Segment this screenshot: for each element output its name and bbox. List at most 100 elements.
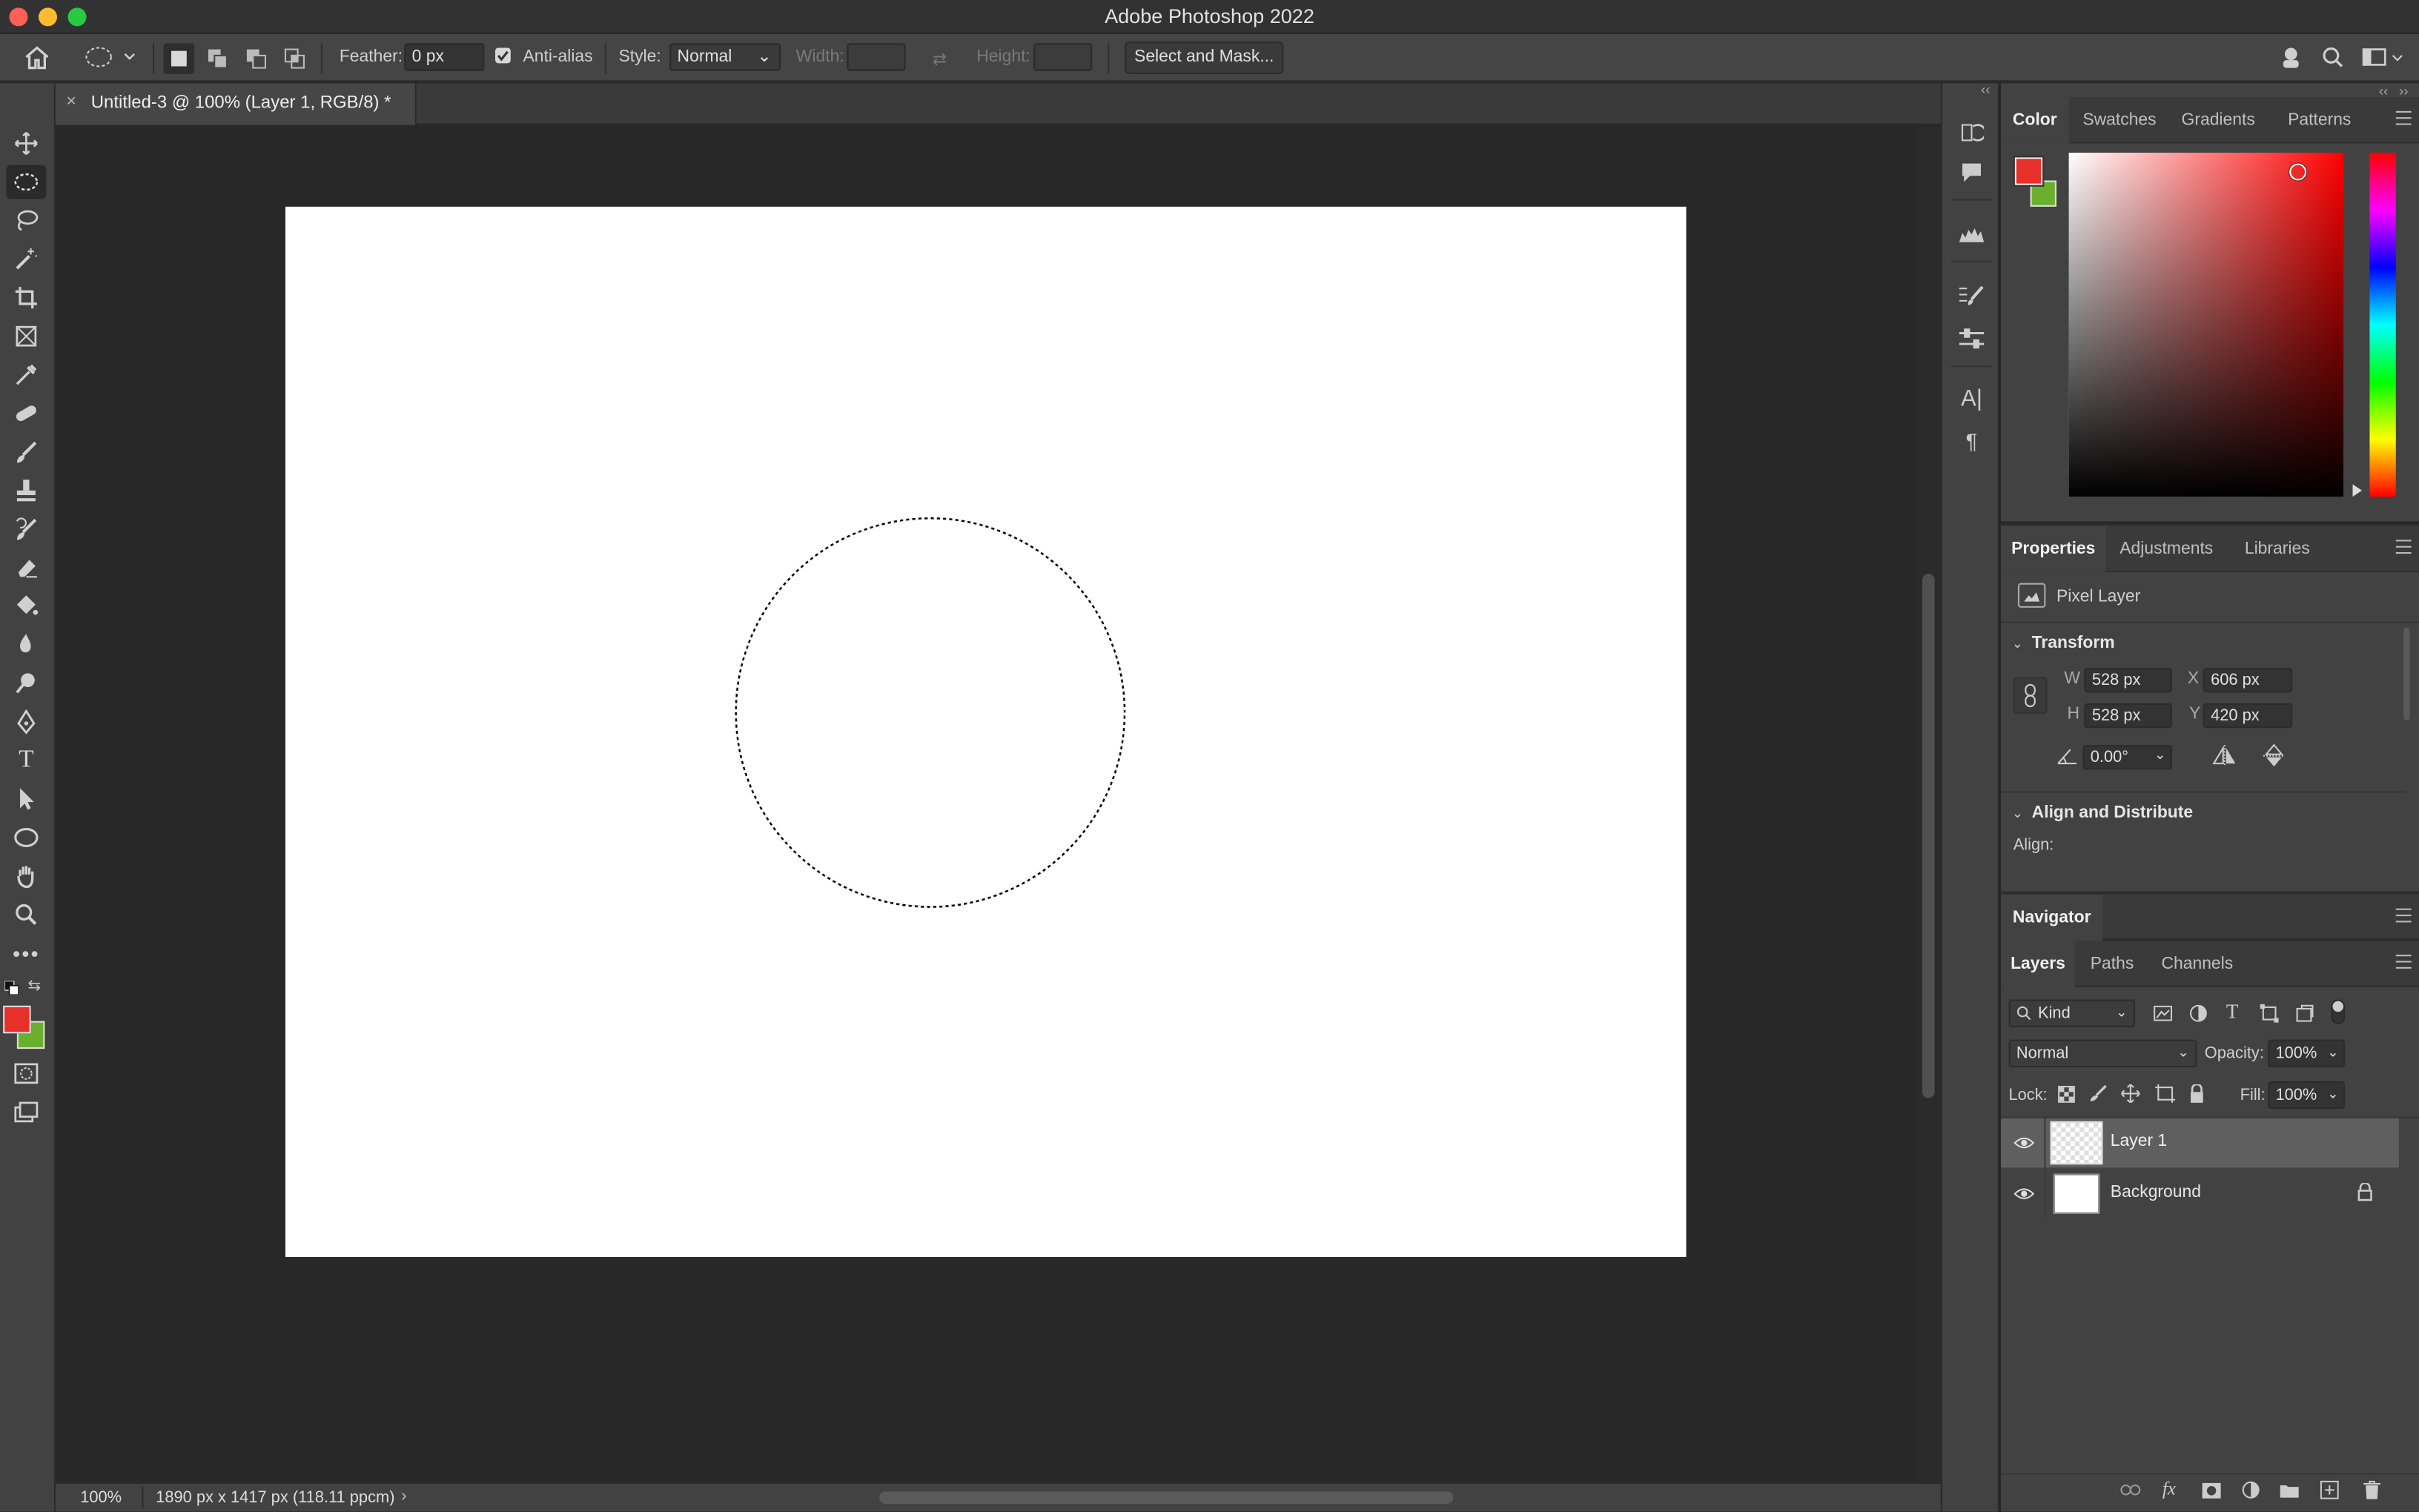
tool-preset-picker[interactable]: [80, 42, 142, 73]
hue-slider-handle[interactable]: [2352, 484, 2363, 497]
dodge-tool-icon[interactable]: [6, 666, 46, 700]
hand-tool-icon[interactable]: [6, 859, 46, 893]
delete-layer-icon[interactable]: [2359, 1479, 2383, 1501]
y-field[interactable]: 420 px: [2203, 703, 2293, 729]
history-brush-tool-icon[interactable]: [6, 512, 46, 546]
add-mask-icon[interactable]: [2198, 1479, 2223, 1501]
new-selection-icon[interactable]: [163, 43, 195, 74]
align-section-title[interactable]: Align and Distribute: [2032, 803, 2193, 822]
layer-row-layer-1[interactable]: Layer 1: [2001, 1118, 2399, 1168]
zoom-level[interactable]: 100%: [80, 1488, 122, 1507]
default-colors-icon[interactable]: [4, 980, 19, 996]
feather-input[interactable]: 0 px: [404, 43, 485, 71]
chevron-down-icon[interactable]: ⌄: [2012, 635, 2024, 652]
tab-layers[interactable]: Layers: [2001, 941, 2075, 987]
quick-mask-icon[interactable]: [6, 1056, 46, 1090]
subtract-from-selection-icon[interactable]: [241, 43, 272, 74]
blend-mode-select[interactable]: Normal ⌄: [2008, 1039, 2197, 1068]
tab-paths[interactable]: Paths: [2091, 941, 2134, 987]
width-field[interactable]: 528 px: [2084, 668, 2173, 693]
layer-filter-select[interactable]: Kind ⌄: [2008, 999, 2136, 1027]
magic-wand-tool-icon[interactable]: [6, 242, 46, 276]
collapse-right-icon[interactable]: ‹‹: [2379, 83, 2388, 99]
layer-row-background[interactable]: Background: [2001, 1169, 2399, 1218]
x-field[interactable]: 606 px: [2203, 668, 2293, 693]
share-icon[interactable]: [2277, 43, 2305, 70]
height-field[interactable]: 528 px: [2084, 703, 2173, 729]
select-and-mask-button[interactable]: Select and Mask...: [1125, 42, 1284, 74]
flip-horizontal-icon[interactable]: [2212, 745, 2237, 771]
visibility-eye-icon[interactable]: [2013, 1132, 2035, 1153]
lock-transparent-pixels-icon[interactable]: [2054, 1083, 2078, 1104]
crop-tool-icon[interactable]: [6, 281, 46, 315]
lock-artboard-icon[interactable]: [2152, 1083, 2177, 1104]
lock-image-pixels-icon[interactable]: [2086, 1083, 2111, 1104]
panel-menu-icon[interactable]: [2395, 110, 2412, 130]
layer-style-fx-icon[interactable]: fx: [2157, 1477, 2181, 1499]
flip-vertical-icon[interactable]: [2263, 743, 2285, 773]
screen-mode-icon[interactable]: [6, 1095, 46, 1130]
healing-brush-tool-icon[interactable]: [6, 397, 46, 431]
vertical-scrollbar[interactable]: [1916, 126, 1941, 1482]
pen-tool-icon[interactable]: [6, 705, 46, 739]
filter-adjustment-icon[interactable]: [2186, 1003, 2211, 1024]
zoom-tool-icon[interactable]: [6, 898, 46, 932]
tab-gradients[interactable]: Gradients: [2182, 97, 2255, 143]
filter-type-icon[interactable]: T: [2220, 999, 2245, 1022]
brush-tool-icon[interactable]: [6, 435, 46, 469]
type-tool-icon[interactable]: T: [6, 743, 46, 777]
transform-section-title[interactable]: Transform: [2032, 634, 2115, 652]
move-tool-icon[interactable]: [6, 127, 46, 161]
tab-adjustments[interactable]: Adjustments: [2119, 526, 2213, 572]
blur-tool-icon[interactable]: [6, 628, 46, 662]
new-group-icon[interactable]: [2277, 1479, 2302, 1501]
intersect-selection-icon[interactable]: [279, 43, 311, 74]
angle-field[interactable]: 0.00° ⌄: [2082, 745, 2173, 770]
search-icon[interactable]: [2319, 43, 2346, 70]
panel-menu-icon[interactable]: [2395, 955, 2412, 973]
frame-tool-icon[interactable]: [6, 319, 46, 354]
hue-slider[interactable]: [2369, 153, 2396, 497]
new-layer-icon[interactable]: [2317, 1479, 2342, 1501]
document-canvas[interactable]: [285, 206, 1687, 1258]
elliptical-marquee-tool-icon[interactable]: [6, 165, 47, 199]
tab-swatches[interactable]: Swatches: [2082, 97, 2156, 143]
filter-smart-object-icon[interactable]: [2292, 1003, 2317, 1024]
character-icon[interactable]: A|: [1955, 382, 1989, 414]
filter-toggle[interactable]: [2331, 999, 2346, 1024]
lock-position-icon[interactable]: [2118, 1083, 2142, 1104]
paragraph-icon[interactable]: ¶: [1955, 425, 1989, 457]
panel-menu-icon[interactable]: [2395, 908, 2412, 927]
home-icon[interactable]: [19, 42, 56, 73]
path-selection-tool-icon[interactable]: [6, 782, 46, 816]
antialias-checkbox[interactable]: [495, 47, 511, 64]
lock-all-icon[interactable]: [2185, 1083, 2209, 1104]
opacity-field[interactable]: 100% ⌄: [2268, 1039, 2346, 1068]
clone-stamp-tool-icon[interactable]: [6, 474, 46, 508]
ellipse-tool-icon[interactable]: [6, 820, 46, 855]
panel-menu-icon[interactable]: [2395, 540, 2412, 558]
add-to-selection-icon[interactable]: [202, 43, 234, 74]
link-dimensions-icon[interactable]: [2013, 677, 2048, 714]
tab-navigator[interactable]: Navigator: [2001, 894, 2103, 941]
color-picker-handle[interactable]: [2289, 163, 2307, 181]
more-tools-icon[interactable]: •••: [6, 936, 46, 970]
paint-bucket-tool-icon[interactable]: [6, 589, 46, 623]
adjustments-sliders-icon[interactable]: [1955, 324, 1989, 355]
fill-field[interactable]: 100% ⌄: [2268, 1081, 2346, 1110]
expand-right-icon[interactable]: ››: [2399, 83, 2408, 99]
tab-patterns[interactable]: Patterns: [2288, 97, 2351, 143]
properties-scrollbar[interactable]: [2403, 627, 2410, 720]
style-select[interactable]: Normal ⌄: [669, 43, 781, 71]
close-tab-icon[interactable]: ×: [66, 93, 76, 111]
collapse-panels-icon[interactable]: ‹‹: [1981, 82, 1990, 97]
document-tab[interactable]: × Untitled-3 @ 100% (Layer 1, RGB/8) *: [55, 83, 417, 125]
width-input[interactable]: [847, 43, 906, 71]
histogram-icon[interactable]: [1955, 219, 1989, 251]
brush-settings-icon[interactable]: [1955, 281, 1989, 312]
saturation-brightness-field[interactable]: [2068, 153, 2344, 497]
eyedropper-tool-icon[interactable]: [6, 358, 46, 392]
new-adjustment-layer-icon[interactable]: [2239, 1479, 2263, 1501]
history-icon[interactable]: [1955, 117, 1989, 148]
filter-pixel-icon[interactable]: [2151, 1003, 2175, 1024]
